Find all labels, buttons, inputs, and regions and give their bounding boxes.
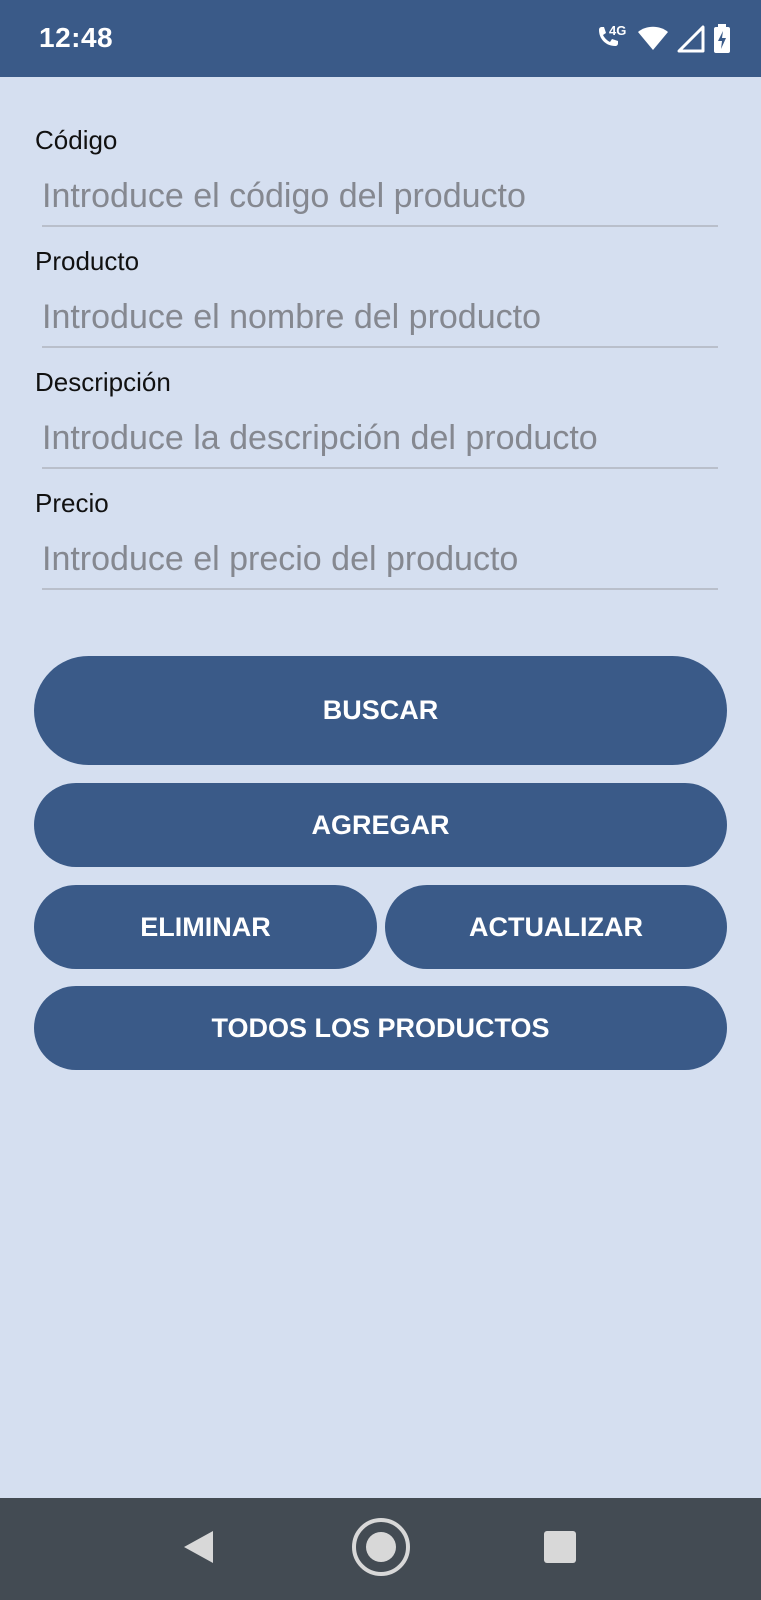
- code-input[interactable]: [42, 167, 718, 227]
- home-icon: [351, 1517, 411, 1582]
- back-button[interactable]: [143, 1498, 253, 1600]
- price-label: Precio: [35, 488, 109, 518]
- home-button[interactable]: [326, 1498, 436, 1600]
- recents-button[interactable]: [505, 1498, 615, 1600]
- add-button[interactable]: AGREGAR: [34, 783, 727, 867]
- status-icons: 4G: [595, 22, 731, 56]
- wifi-icon: [637, 26, 669, 52]
- price-input[interactable]: [42, 530, 718, 590]
- network-type-label: 4G: [609, 23, 627, 38]
- recents-icon: [543, 1530, 577, 1569]
- signal-icon: [677, 25, 705, 53]
- search-button[interactable]: BUSCAR: [34, 656, 727, 765]
- status-time: 12:48: [39, 22, 114, 53]
- description-label: Descripción: [35, 367, 171, 397]
- all-products-button[interactable]: TODOS LOS PRODUCTOS: [34, 986, 727, 1070]
- status-bar: 12:48 4G: [0, 0, 761, 77]
- battery-charging-icon: [713, 24, 731, 54]
- update-button[interactable]: ACTUALIZAR: [385, 885, 727, 969]
- delete-button[interactable]: ELIMINAR: [34, 885, 377, 969]
- product-name-input[interactable]: [42, 288, 718, 348]
- wifi-calling-icon: 4G: [595, 23, 629, 54]
- description-input[interactable]: [42, 409, 718, 469]
- product-label: Producto: [35, 246, 140, 276]
- navigation-bar: [0, 1498, 761, 1600]
- back-icon: [181, 1529, 215, 1570]
- code-label: Código: [35, 125, 118, 155]
